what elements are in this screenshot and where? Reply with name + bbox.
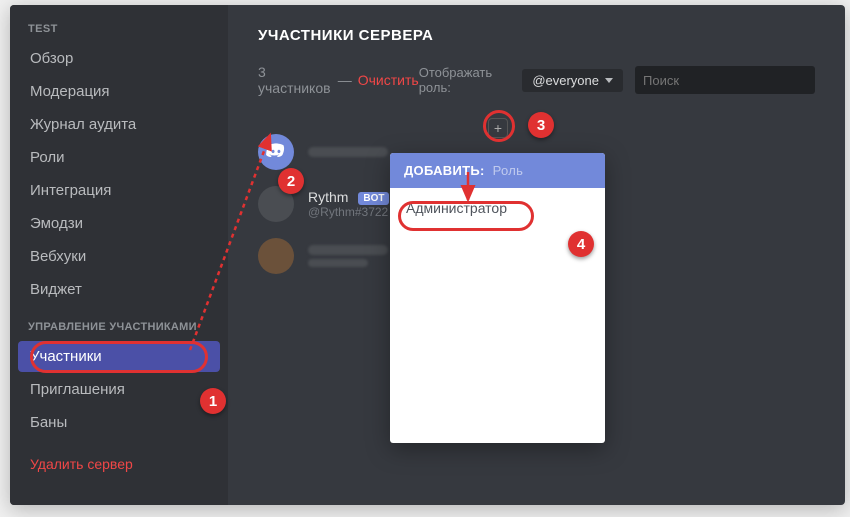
sidebar-item-integration[interactable]: Интеграция bbox=[18, 175, 220, 206]
popover-header: ДОБАВИТЬ: Роль bbox=[390, 153, 605, 188]
member-tag: @Rythm#3722 bbox=[308, 205, 389, 219]
add-role-button[interactable]: + bbox=[488, 118, 508, 138]
sidebar-item-moderation[interactable]: Модерация bbox=[18, 76, 220, 107]
member-text: Rythm BOT @Rythm#3722 bbox=[308, 189, 389, 219]
callout-1: 1 bbox=[200, 388, 226, 414]
search-input[interactable] bbox=[643, 73, 819, 88]
show-role-label: Отображать роль: bbox=[419, 65, 515, 95]
sidebar-item-roles[interactable]: Роли bbox=[18, 142, 220, 173]
sidebar-item-webhooks[interactable]: Вебхуки bbox=[18, 241, 220, 272]
callout-2: 2 bbox=[278, 168, 304, 194]
sidebar-item-widget[interactable]: Виджет bbox=[18, 274, 220, 305]
popover-head-label: ДОБАВИТЬ: bbox=[404, 163, 485, 178]
avatar bbox=[258, 134, 294, 170]
blurred-tag bbox=[308, 259, 368, 267]
app-frame: TEST Обзор Модерация Журнал аудита Роли … bbox=[10, 5, 845, 505]
member-count: 3 участников bbox=[258, 64, 332, 96]
member-text bbox=[308, 245, 388, 267]
sidebar-item-invites[interactable]: Приглашения bbox=[18, 374, 220, 405]
members-toolbar: 3 участников — Очистить Отображать роль:… bbox=[258, 64, 815, 96]
delete-server-link[interactable]: Удалить сервер bbox=[18, 446, 220, 482]
role-filter-value: @everyone bbox=[532, 73, 599, 88]
sidebar-item-members[interactable]: Участники bbox=[18, 341, 220, 372]
sidebar-item-bans[interactable]: Баны bbox=[18, 407, 220, 438]
sidebar-section-members-mgmt: УПРАВЛЕНИЕ УЧАСТНИКАМИ bbox=[18, 307, 220, 341]
blurred-name bbox=[308, 147, 388, 157]
popover-role-option[interactable]: Администратор bbox=[390, 188, 605, 228]
member-text bbox=[308, 147, 388, 157]
avatar bbox=[258, 238, 294, 274]
bot-badge: BOT bbox=[358, 192, 389, 205]
sidebar-item-audit-log[interactable]: Журнал аудита bbox=[18, 109, 220, 140]
discord-icon bbox=[265, 141, 287, 163]
sidebar-item-emoji[interactable]: Эмодзи bbox=[18, 208, 220, 239]
dash: — bbox=[332, 72, 358, 88]
chevron-down-icon bbox=[605, 78, 613, 83]
popover-head-hint: Роль bbox=[493, 163, 524, 178]
callout-4: 4 bbox=[568, 231, 594, 257]
callout-3: 3 bbox=[528, 112, 554, 138]
clear-filter-link[interactable]: Очистить bbox=[358, 72, 419, 88]
sidebar-section-test: TEST bbox=[18, 23, 220, 43]
sidebar-item-overview[interactable]: Обзор bbox=[18, 43, 220, 74]
role-filter-dropdown[interactable]: @everyone bbox=[522, 69, 623, 92]
search-box[interactable] bbox=[635, 66, 815, 94]
page-title: УЧАСТНИКИ СЕРВЕРА bbox=[258, 27, 815, 44]
member-name: Rythm bbox=[308, 189, 348, 205]
settings-sidebar: TEST Обзор Модерация Журнал аудита Роли … bbox=[10, 5, 228, 505]
add-role-popover: ДОБАВИТЬ: Роль Администратор bbox=[390, 153, 605, 443]
blurred-name bbox=[308, 245, 388, 255]
